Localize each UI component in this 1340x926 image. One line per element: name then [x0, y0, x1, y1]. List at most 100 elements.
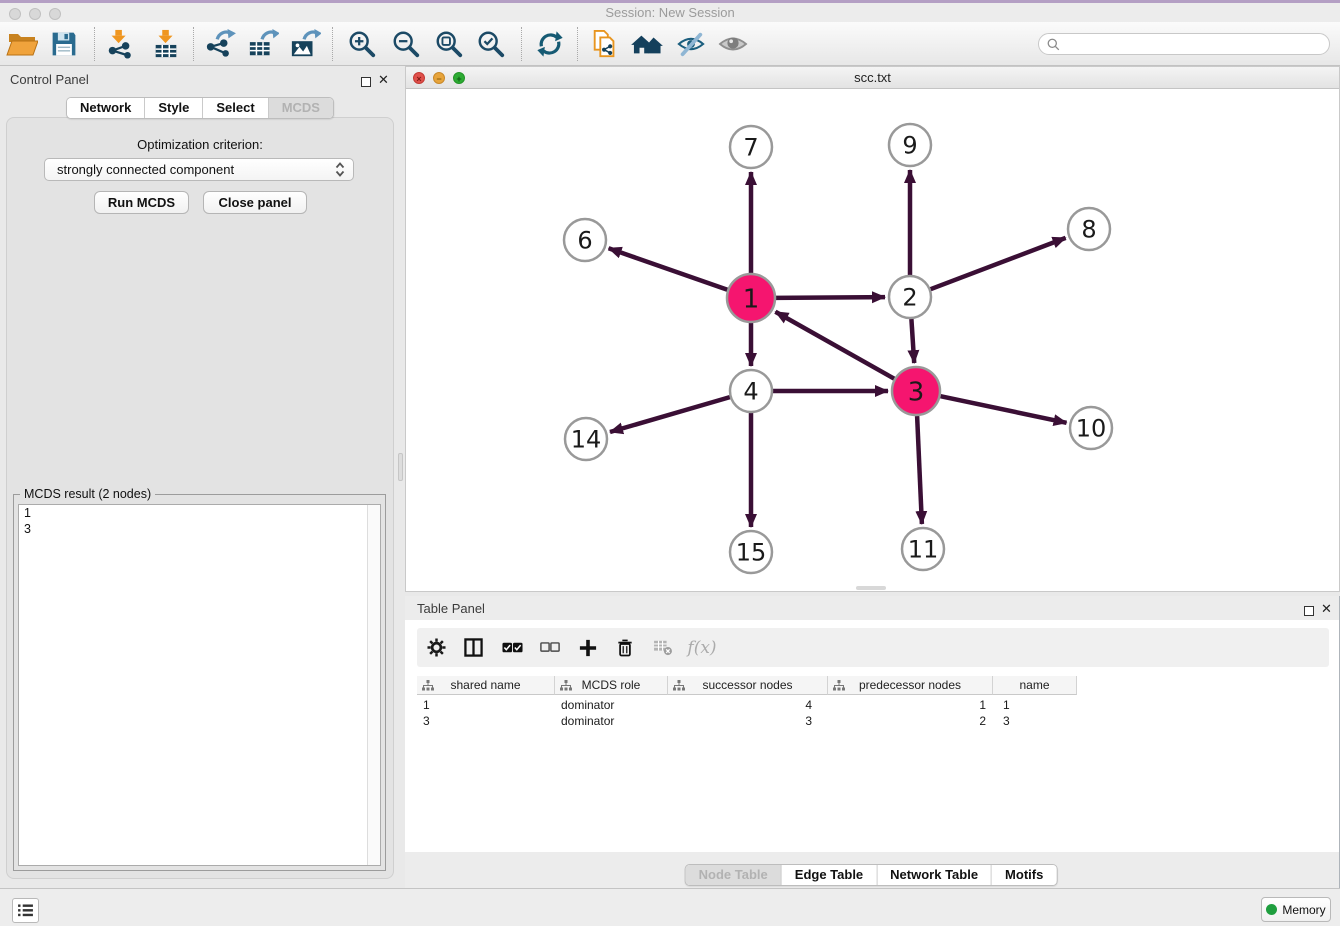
- network-zoom-button[interactable]: +: [453, 72, 465, 84]
- tab-select[interactable]: Select: [203, 98, 268, 118]
- graph-edge-1-6[interactable]: [609, 248, 728, 290]
- tab-network[interactable]: Network: [67, 98, 145, 118]
- control-panel-close-button[interactable]: ✕: [378, 75, 389, 85]
- delete-column-button[interactable]: [610, 628, 640, 667]
- select-all-button[interactable]: [497, 628, 527, 667]
- deselect-all-button[interactable]: [535, 628, 565, 667]
- graph-node-7[interactable]: 7: [730, 126, 772, 168]
- import-network-icon: [105, 29, 135, 59]
- network-canvas[interactable]: 1 2 3 4 6 7 8 9 10 11 14 15: [406, 89, 1339, 592]
- hierarchy-icon: [422, 680, 434, 691]
- graph-edge-2-3[interactable]: [911, 319, 914, 363]
- network-window-titlebar[interactable]: × − + scc.txt: [406, 67, 1339, 89]
- tab-mcds[interactable]: MCDS: [269, 98, 333, 118]
- panel-splitter-handle[interactable]: [398, 453, 403, 481]
- control-panel-float-button[interactable]: [361, 74, 371, 92]
- table-settings-button[interactable]: [421, 628, 451, 667]
- mcds-result-list[interactable]: 1 3: [18, 504, 381, 866]
- zoom-in-button[interactable]: [343, 25, 381, 63]
- select-stepper-icon: [335, 162, 345, 177]
- cell-mcds-role: dominator: [555, 713, 668, 729]
- search-box[interactable]: [1038, 33, 1330, 55]
- task-history-button[interactable]: [12, 898, 39, 923]
- graph-node-9[interactable]: 9: [889, 124, 931, 166]
- graph-edge-3-11[interactable]: [917, 416, 922, 524]
- float-icon: [1304, 606, 1314, 616]
- column-header-shared-name[interactable]: shared name: [417, 676, 555, 695]
- graph-node-3[interactable]: 3: [892, 367, 940, 415]
- table-panel-close-button[interactable]: ✕: [1321, 604, 1332, 614]
- column-header-mcds-role[interactable]: MCDS role: [555, 676, 668, 695]
- toolbar-separator: [332, 27, 333, 61]
- eye-slash-icon: [676, 30, 706, 58]
- tab-motifs[interactable]: Motifs: [992, 865, 1056, 885]
- zoom-out-button[interactable]: [387, 25, 425, 63]
- graph-node-6[interactable]: 6: [564, 219, 606, 261]
- duplicate-network-button[interactable]: [586, 25, 624, 63]
- network-minimize-button[interactable]: −: [433, 72, 445, 84]
- cell-successor-nodes: 3: [668, 713, 828, 729]
- export-table-icon: [247, 29, 279, 59]
- graph-node-4[interactable]: 4: [730, 370, 772, 412]
- graph-node-14[interactable]: 14: [565, 418, 607, 460]
- export-network-button[interactable]: [201, 25, 239, 63]
- tab-node-table[interactable]: Node Table: [686, 865, 782, 885]
- graph-node-1[interactable]: 1: [727, 274, 775, 322]
- import-network-button[interactable]: [101, 25, 139, 63]
- graph-edge-2-8[interactable]: [931, 238, 1066, 289]
- result-scrollbar[interactable]: [367, 505, 380, 865]
- toolbar-separator: [577, 27, 578, 61]
- zoom-selected-button[interactable]: [472, 25, 510, 63]
- column-label: name: [1019, 678, 1049, 692]
- column-header-predecessor-nodes[interactable]: predecessor nodes: [828, 676, 993, 695]
- graph-node-11[interactable]: 11: [902, 528, 944, 570]
- hide-panels-button[interactable]: [672, 25, 710, 63]
- export-table-button[interactable]: [244, 25, 282, 63]
- memory-button[interactable]: Memory: [1261, 897, 1331, 922]
- column-header-name[interactable]: name: [993, 676, 1077, 695]
- tab-edge-table[interactable]: Edge Table: [782, 865, 877, 885]
- import-table-button[interactable]: [147, 25, 185, 63]
- table-row[interactable]: 1 dominator 4 1 1: [417, 697, 1329, 713]
- create-column-button[interactable]: [573, 628, 603, 667]
- refresh-button[interactable]: [531, 25, 569, 63]
- list-icon: [18, 904, 33, 917]
- graph-edge-4-14[interactable]: [610, 397, 730, 432]
- run-mcds-button[interactable]: Run MCDS: [94, 191, 189, 214]
- show-panels-button[interactable]: [714, 25, 752, 63]
- graph-edge-3-10[interactable]: [940, 396, 1066, 423]
- graph-node-10[interactable]: 10: [1070, 407, 1112, 449]
- show-columns-button[interactable]: [458, 628, 488, 667]
- tab-style[interactable]: Style: [145, 98, 203, 118]
- home-button[interactable]: [628, 25, 666, 63]
- function-builder-button[interactable]: f(x): [682, 628, 722, 667]
- export-image-button[interactable]: [286, 25, 324, 63]
- graph-edge-3-1[interactable]: [775, 312, 894, 379]
- close-panel-button[interactable]: Close panel: [203, 191, 307, 214]
- table-row[interactable]: 3 dominator 3 2 3: [417, 713, 1329, 729]
- home-icon: [630, 30, 664, 58]
- criterion-select[interactable]: strongly connected component: [44, 158, 354, 181]
- open-session-button[interactable]: [3, 25, 41, 63]
- tab-network-table[interactable]: Network Table: [877, 865, 992, 885]
- delete-table-button[interactable]: [648, 628, 678, 667]
- cell-mcds-role: dominator: [555, 697, 668, 713]
- network-close-button[interactable]: ×: [413, 72, 425, 84]
- graph-edge-1-2[interactable]: [776, 297, 885, 298]
- toolbar-separator: [521, 27, 522, 61]
- graph-node-label: 3: [908, 377, 925, 407]
- graph-node-2[interactable]: 2: [889, 276, 931, 318]
- graph-node-15[interactable]: 15: [730, 531, 772, 573]
- search-input[interactable]: [1065, 37, 1329, 51]
- close-window-button[interactable]: [9, 8, 21, 20]
- network-hscrollbar[interactable]: [856, 586, 886, 590]
- zoom-window-button[interactable]: [49, 8, 61, 20]
- graph-node-8[interactable]: 8: [1068, 208, 1110, 250]
- table-panel-float-button[interactable]: [1304, 603, 1314, 621]
- column-header-successor-nodes[interactable]: successor nodes: [668, 676, 828, 695]
- graph-node-label: 1: [743, 284, 760, 314]
- save-session-button[interactable]: [45, 25, 83, 63]
- zoom-fit-button[interactable]: [430, 25, 468, 63]
- minimize-window-button[interactable]: [29, 8, 41, 20]
- control-panel-tabs: Network Style Select MCDS: [66, 97, 334, 119]
